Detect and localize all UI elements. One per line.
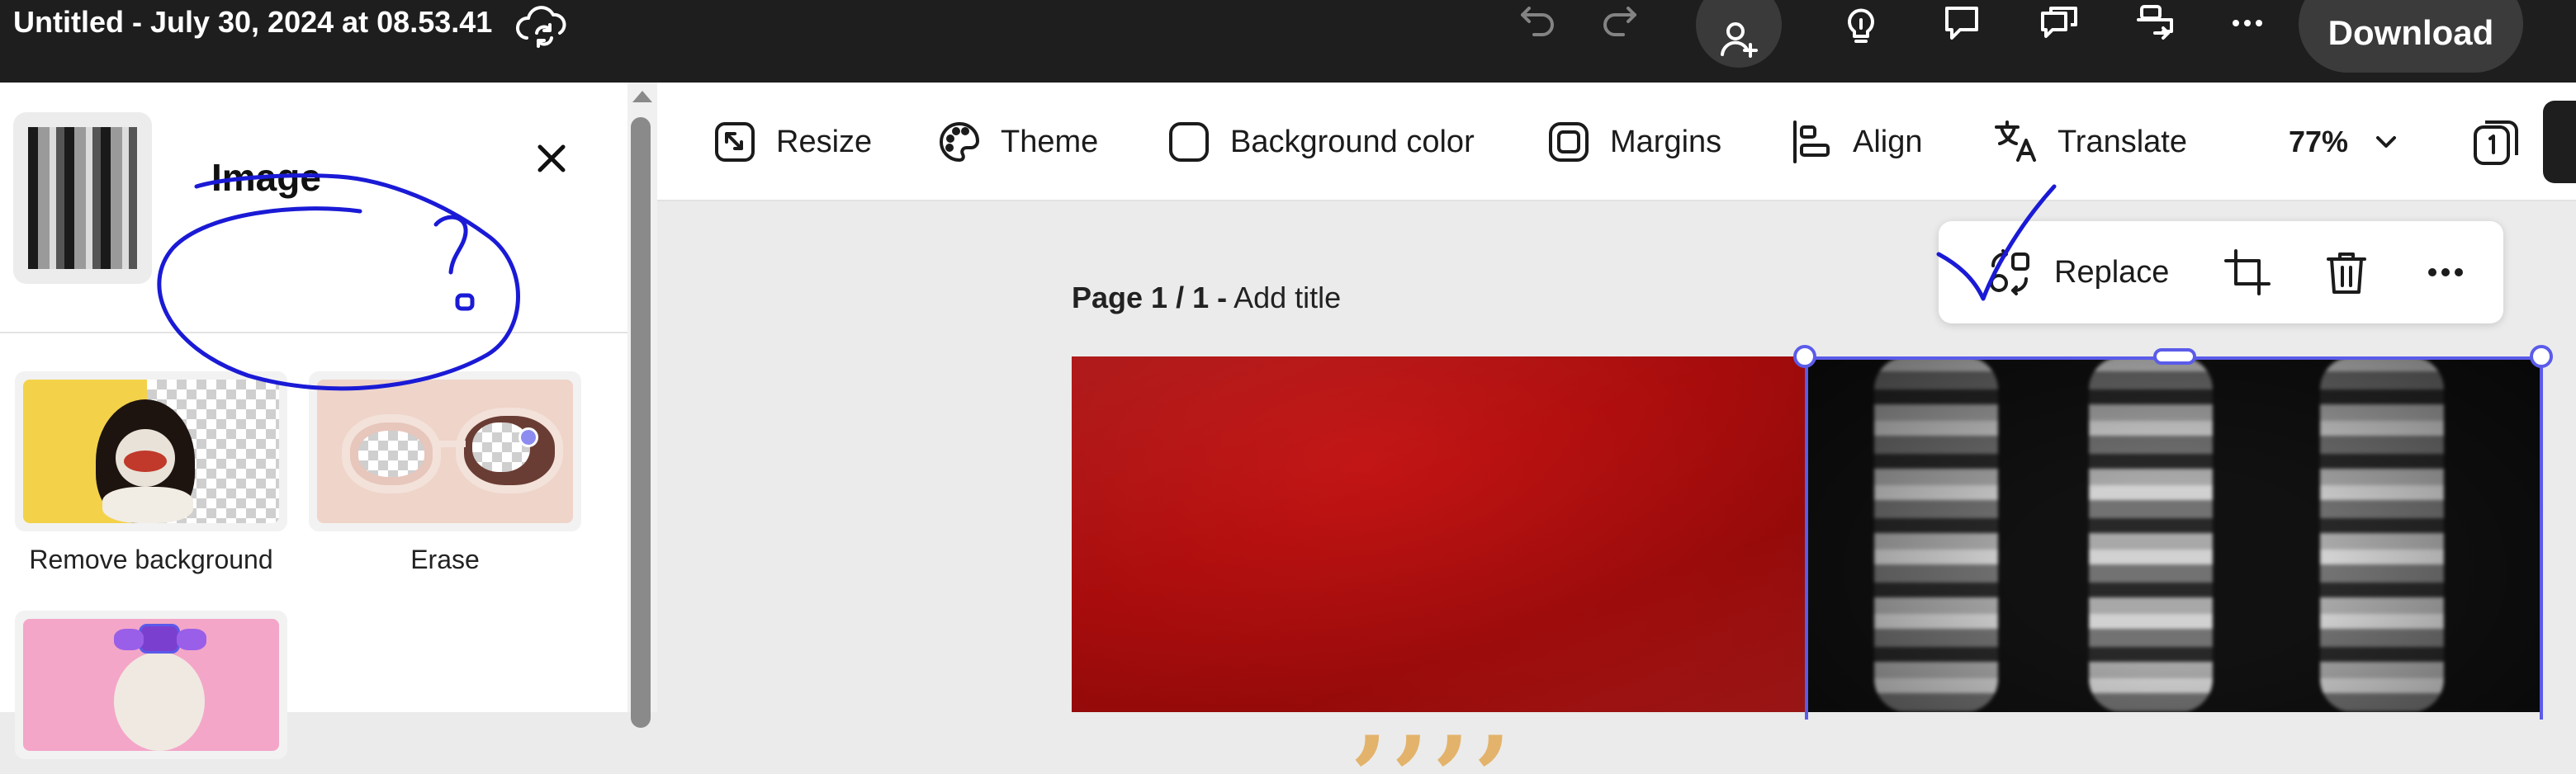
comment-icon[interactable]	[1937, 0, 1986, 46]
image-context-menu: Replace	[1939, 221, 2503, 323]
remove-background-tile[interactable]	[15, 371, 287, 531]
resize-icon	[715, 122, 755, 162]
translate-button[interactable]: Translate	[1993, 112, 2187, 172]
top-bar: Untitled - July 30, 2024 at 08.53.41 Dow…	[0, 0, 2576, 83]
cloud-sync-icon[interactable]	[512, 0, 575, 50]
resize-handle-top-left[interactable]	[1793, 345, 1816, 368]
more-icon[interactable]	[2223, 0, 2272, 46]
invite-user-button[interactable]	[1696, 0, 1782, 68]
undo-icon[interactable]	[1513, 0, 1562, 46]
replace-button[interactable]: Replace	[1985, 246, 2169, 299]
effects-tile[interactable]	[15, 611, 287, 759]
crop-icon	[2224, 249, 2271, 295]
side-panel-toggle[interactable]	[2543, 101, 2576, 183]
chat-icon[interactable]	[2034, 0, 2084, 46]
zoom-control[interactable]: 77%	[2289, 112, 2399, 172]
selection-frame	[1805, 356, 2543, 720]
more-options-button[interactable]	[2421, 246, 2470, 299]
margins-button[interactable]: Margins	[1546, 112, 1721, 172]
page-number: Page 1 / 1 -	[1072, 281, 1228, 314]
remove-background-label: Remove background	[29, 545, 273, 574]
panel-scrollbar[interactable]	[627, 83, 657, 728]
add-title-link[interactable]: Add title	[1234, 281, 1341, 314]
replace-label: Replace	[2054, 254, 2170, 290]
lightbulb-icon[interactable]	[1836, 0, 1886, 46]
palette-icon	[940, 121, 980, 163]
align-icon	[1793, 120, 1830, 163]
translate-icon	[1995, 120, 2036, 162]
theme-button[interactable]: Theme	[936, 112, 1098, 172]
delete-button[interactable]	[2322, 246, 2371, 299]
quote-marks-graphic[interactable]: ,,,,	[1354, 667, 1518, 766]
theme-label: Theme	[1001, 124, 1099, 159]
download-button[interactable]: Download	[2299, 0, 2523, 73]
erase-tile[interactable]	[309, 371, 581, 531]
align-button[interactable]: Align	[1788, 112, 1923, 172]
resize-handle-top-right[interactable]	[2530, 345, 2553, 368]
align-label: Align	[1853, 124, 1923, 159]
panel-divider	[0, 332, 627, 333]
panel-title: Image	[211, 156, 321, 199]
crop-button[interactable]	[2223, 246, 2272, 299]
background-color-icon	[1169, 122, 1209, 162]
background-color-button[interactable]: Background color	[1166, 112, 1475, 172]
share-icon[interactable]	[2130, 0, 2180, 46]
image-thumbnail[interactable]	[13, 112, 152, 284]
trash-icon	[2327, 252, 2366, 294]
margins-label: Margins	[1610, 124, 1722, 159]
replace-icon	[1990, 249, 2029, 295]
editor-toolbar: Resize Theme Background color Margins Al…	[657, 83, 2576, 201]
redo-icon[interactable]	[1595, 0, 1645, 46]
chevron-down-icon	[2376, 136, 2397, 148]
erase-label: Erase	[410, 545, 480, 574]
more-icon	[2428, 268, 2463, 276]
document-title[interactable]: Untitled - July 30, 2024 at 08.53.41	[13, 5, 492, 40]
background-color-label: Background color	[1230, 124, 1475, 159]
resize-label: Resize	[776, 124, 873, 159]
zoom-value: 77%	[2289, 125, 2349, 158]
image-panel: Image Remove background Erase	[0, 83, 657, 759]
invite-user-icon	[1721, 22, 1758, 58]
pages-icon[interactable]	[2470, 116, 2523, 168]
margins-icon	[1549, 122, 1589, 162]
resize-handle-top[interactable]	[2153, 348, 2196, 365]
close-icon[interactable]	[528, 135, 575, 182]
scrollbar-thumb[interactable]	[631, 117, 651, 728]
scroll-up-arrow[interactable]	[632, 91, 652, 102]
translate-label: Translate	[2057, 124, 2187, 159]
page-label: Page 1 / 1 - Add title	[1072, 281, 1341, 315]
resize-button[interactable]: Resize	[712, 112, 872, 172]
